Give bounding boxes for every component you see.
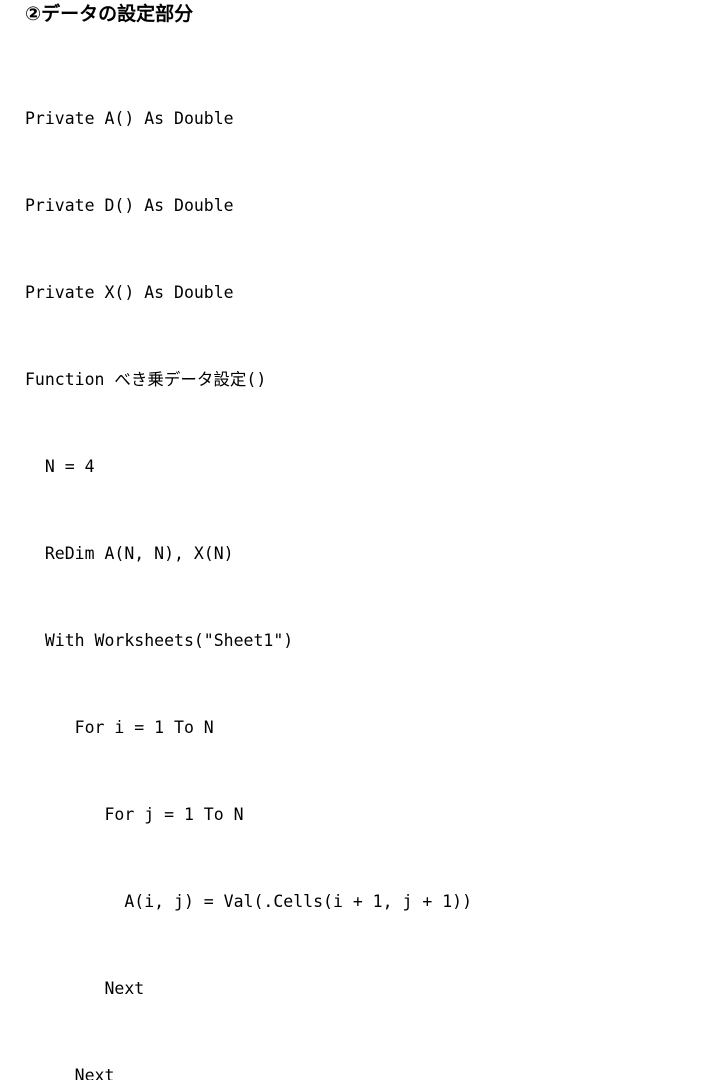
code-line: For i = 1 To N: [25, 718, 214, 737]
code-line: Next: [25, 979, 145, 998]
code-line: Function べき乗データ設定(): [25, 370, 267, 389]
code-block: Private A() As Double Private D() As Dou…: [25, 46, 472, 1080]
code-line: Private A() As Double: [25, 109, 234, 128]
code-line: N = 4: [25, 457, 95, 476]
code-line: Private X() As Double: [25, 283, 234, 302]
code-line: With Worksheets("Sheet1"): [25, 631, 294, 650]
code-line: ReDim A(N, N), X(N): [25, 544, 234, 563]
code-line: For j = 1 To N: [25, 805, 244, 824]
slide-canvas: ②データの設定部分 Private A() As Double Private …: [0, 0, 720, 1080]
code-line: Private D() As Double: [25, 196, 234, 215]
code-line: Next: [25, 1066, 115, 1080]
code-line: A(i, j) = Val(.Cells(i + 1, j + 1)): [25, 892, 473, 911]
page-title: ②データの設定部分: [25, 3, 194, 25]
